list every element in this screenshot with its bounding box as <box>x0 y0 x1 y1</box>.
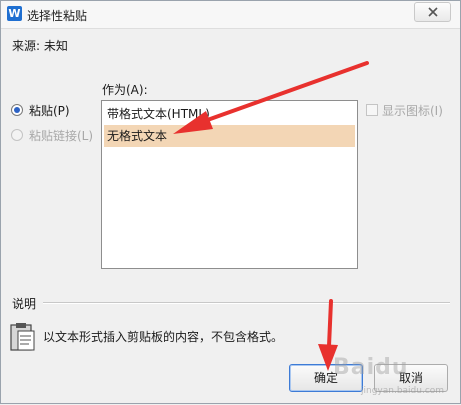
source-label: 来源: 未知 <box>12 39 68 53</box>
paste-link-radio[interactable] <box>11 129 23 141</box>
show-icon-checkbox[interactable] <box>366 104 378 116</box>
description-heading: 说明 <box>12 297 37 311</box>
show-icon-label[interactable]: 显示图标(I) <box>382 102 443 119</box>
paste-format-list[interactable]: 带格式文本(HTML) 无格式文本 <box>101 100 358 269</box>
close-button[interactable] <box>414 2 451 22</box>
paste-as-label: 作为(A): <box>102 83 148 97</box>
paste-link-radio-label[interactable]: 粘贴链接(L) <box>29 127 93 144</box>
wps-writer-icon: W <box>7 6 22 21</box>
divider <box>43 302 450 304</box>
watermark-url: jingyan.baidu.com <box>361 386 445 396</box>
paste-special-dialog: W 选择性粘贴 来源: 未知 作为(A): 粘贴(P) 粘贴链接(L) 带格式文… <box>0 0 461 404</box>
list-item-plain-text[interactable]: 无格式文本 <box>104 125 355 147</box>
paste-radio-label[interactable]: 粘贴(P) <box>29 102 70 119</box>
dialog-title: 选择性粘贴 <box>27 9 88 23</box>
watermark-logo: Baidu <box>333 355 409 380</box>
description-text: 以文本形式插入剪贴板的内容，不包含格式。 <box>43 330 284 344</box>
title-bar: W 选择性粘贴 <box>1 1 460 29</box>
paste-radio[interactable] <box>11 104 23 116</box>
list-item-html-text[interactable]: 带格式文本(HTML) <box>104 103 355 125</box>
clipboard-icon <box>10 323 35 351</box>
close-icon <box>428 7 438 17</box>
